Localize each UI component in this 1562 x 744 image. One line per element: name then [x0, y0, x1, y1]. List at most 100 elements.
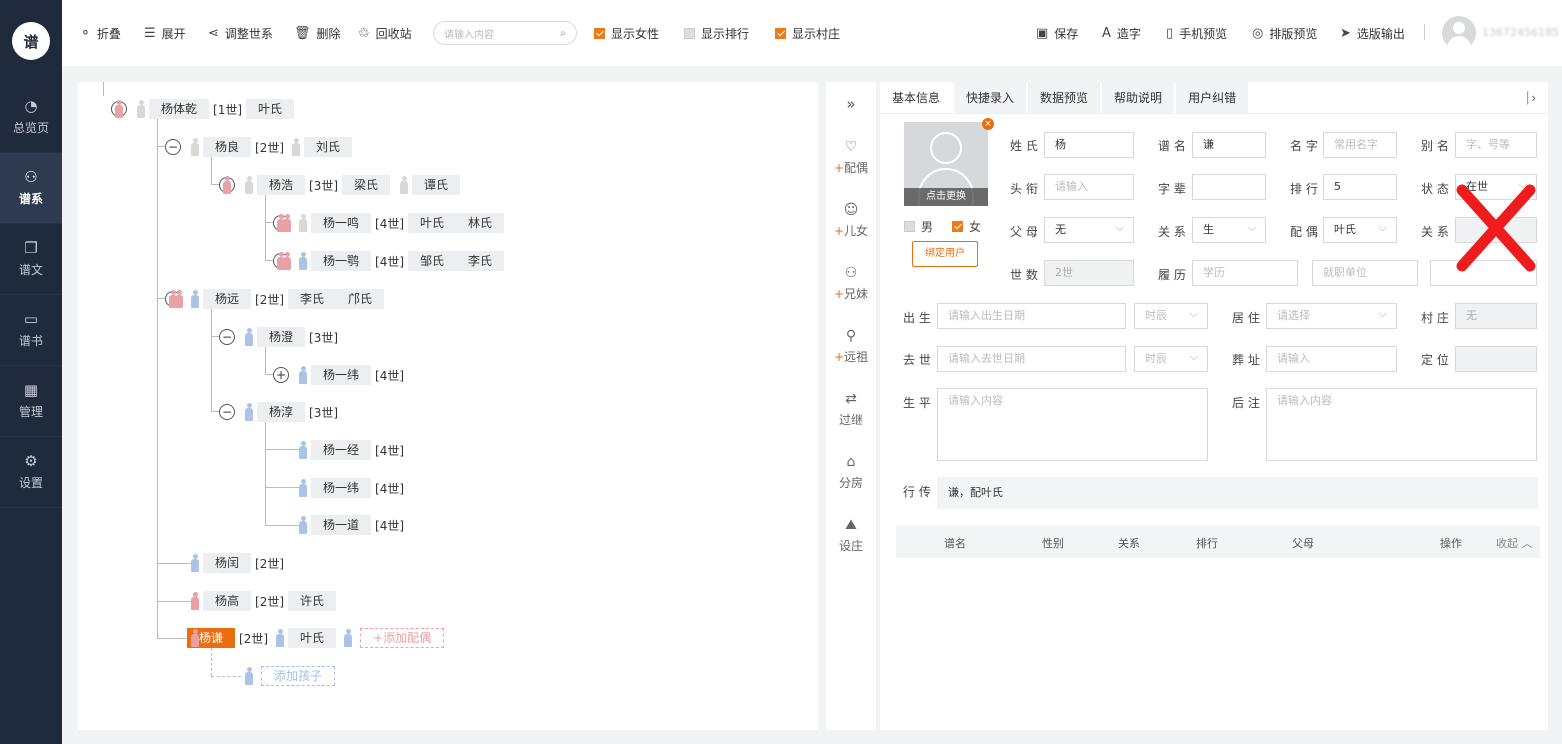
nav-settings[interactable]: ⚙ 设置: [0, 437, 62, 508]
xingzhuan-field[interactable]: 谦，配叶氏: [937, 477, 1538, 509]
collapse-icon[interactable]: −: [219, 329, 235, 345]
tree-node[interactable]: 杨闰 [2世]: [187, 553, 288, 573]
add-spouse-action[interactable]: ♡ +配偶: [826, 126, 876, 189]
village-action[interactable]: ⛰ 设庄: [826, 504, 876, 567]
person-name[interactable]: 杨远: [203, 289, 252, 309]
spouse-name[interactable]: 梁氏: [342, 175, 391, 195]
add-child-button[interactable]: 添加孩子: [261, 666, 336, 686]
tree-node[interactable]: − 杨远 [2世] 李氏 邝氏: [165, 289, 385, 309]
search-input[interactable]: 请输入内容 ⌕: [433, 21, 577, 45]
person-name[interactable]: 杨一经: [311, 440, 372, 460]
nav-manage[interactable]: ▦ 管理: [0, 366, 62, 437]
spouse-name[interactable]: 李氏: [456, 251, 505, 271]
spouse-select[interactable]: 叶氏: [1323, 217, 1397, 243]
portrait-photo[interactable]: 点击更换: [904, 122, 988, 206]
tree-node[interactable]: + 杨一纬 [4世]: [273, 365, 408, 385]
recycle-bin-button[interactable]: ♲ 回收站: [358, 25, 412, 42]
title-field[interactable]: 请输入: [1044, 174, 1134, 200]
add-ancestor-action[interactable]: ⚲ +远祖: [826, 315, 876, 378]
tree-node[interactable]: 杨一道 [4世]: [295, 515, 408, 535]
add-child-node[interactable]: 添加孩子: [241, 666, 336, 686]
tree-node[interactable]: 杨一经 [4世]: [295, 440, 408, 460]
given-name-field[interactable]: 常用名字: [1323, 132, 1397, 158]
tab-help[interactable]: 帮助说明: [1102, 82, 1175, 113]
tab-data-preview[interactable]: 数据预览: [1028, 82, 1101, 113]
double-chevron-right-icon[interactable]: »: [826, 82, 876, 126]
adjust-lineage-button[interactable]: ⋖ 调整世系: [208, 25, 273, 42]
nav-text[interactable]: ❐ 谱文: [0, 224, 62, 295]
tree-node[interactable]: − 杨淳 [3世]: [219, 402, 342, 422]
add-child-action[interactable]: ☺ +儿女: [826, 189, 876, 252]
person-name[interactable]: 杨一纬: [311, 365, 372, 385]
show-female-checkbox[interactable]: 显示女性: [594, 25, 659, 42]
person-name[interactable]: 杨一鹗: [311, 251, 372, 271]
expand-icon[interactable]: +: [273, 367, 289, 383]
mobile-preview-button[interactable]: ▯ 手机预览: [1166, 25, 1227, 42]
tree-node[interactable]: − 杨体乾 [1世] 叶氏: [111, 99, 295, 119]
spouse-name[interactable]: 邝氏: [336, 289, 385, 309]
spouse-name[interactable]: 叶氏: [246, 99, 295, 119]
birth-hour-select[interactable]: 时辰: [1134, 303, 1208, 329]
death-date-field[interactable]: 请输入去世日期: [937, 346, 1126, 372]
bind-user-button[interactable]: 绑定用户: [912, 241, 978, 267]
note-textarea[interactable]: 请输入内容: [1266, 388, 1537, 461]
tree-node-selected[interactable]: 杨谦 [2世] 叶氏 +添加配偶: [187, 628, 445, 648]
spouse-name[interactable]: 邹氏: [408, 251, 457, 271]
spouse-name[interactable]: 刘氏: [304, 137, 353, 157]
make-char-button[interactable]: A 造字: [1102, 25, 1141, 42]
spouse-name[interactable]: 谭氏: [412, 175, 461, 195]
tab-quick-entry[interactable]: 快捷录入: [954, 82, 1027, 113]
life-textarea[interactable]: 请输入内容: [937, 388, 1208, 461]
person-name[interactable]: 杨浩: [257, 175, 306, 195]
tab-basic-info[interactable]: 基本信息: [880, 82, 953, 113]
collapse-icon[interactable]: −: [219, 404, 235, 420]
tree-node[interactable]: + 杨一鹗 [4世] 邹氏 李氏: [273, 251, 505, 271]
change-photo-caption[interactable]: 点击更换: [904, 188, 988, 206]
alias-field[interactable]: 字、号等: [1455, 132, 1537, 158]
person-name[interactable]: 杨高: [203, 591, 252, 611]
rank-field[interactable]: 5: [1323, 174, 1397, 200]
person-name[interactable]: 杨体乾: [149, 99, 210, 119]
birth-date-field[interactable]: 请输入出生日期: [937, 303, 1126, 329]
user-avatar[interactable]: [1442, 16, 1476, 50]
remove-photo-icon[interactable]: ×: [982, 118, 994, 130]
surname-field[interactable]: 杨: [1044, 132, 1134, 158]
tree-node[interactable]: 杨高 [2世] 许氏: [187, 591, 337, 611]
sex-female-option[interactable]: 女: [952, 218, 981, 235]
nav-overview[interactable]: ◔ 总览页: [0, 82, 62, 153]
person-name[interactable]: 杨一道: [311, 515, 372, 535]
spouse-name[interactable]: 李氏: [288, 289, 337, 309]
layout-preview-button[interactable]: ◎ 排版预览: [1252, 25, 1317, 42]
user-phone[interactable]: 13672456185: [1482, 26, 1559, 39]
employer-field[interactable]: 就职单位: [1312, 260, 1418, 286]
person-name[interactable]: 杨一纬: [311, 478, 372, 498]
tree-node[interactable]: − 杨浩 [3世] 梁氏 谭氏: [219, 175, 461, 195]
add-spouse-button[interactable]: +添加配偶: [360, 628, 445, 648]
spouse-name[interactable]: 许氏: [288, 591, 337, 611]
show-village-checkbox[interactable]: 显示村庄: [775, 25, 840, 42]
nav-book[interactable]: ▭ 谱书: [0, 295, 62, 366]
delete-button[interactable]: 🗑 删除: [294, 25, 341, 42]
export-button[interactable]: ➤ 选版输出: [1340, 25, 1405, 42]
person-name[interactable]: 杨淳: [257, 402, 306, 422]
add-sibling-action[interactable]: ⚇ +兄妹: [826, 252, 876, 315]
person-name[interactable]: 杨一鸣: [311, 213, 372, 233]
tab-user-correction[interactable]: 用户纠错: [1176, 82, 1249, 113]
adoption-action[interactable]: ⇄ 过继: [826, 378, 876, 441]
person-name[interactable]: 杨闰: [203, 553, 252, 573]
branch-action[interactable]: ⌂ 分房: [826, 441, 876, 504]
sex-male-option[interactable]: 男: [904, 218, 933, 235]
death-hour-select[interactable]: 时辰: [1134, 346, 1208, 372]
fold-button[interactable]: ⚬ 折叠: [80, 25, 121, 42]
education-field[interactable]: 学历: [1192, 260, 1298, 286]
save-button[interactable]: ▣ 保存: [1036, 25, 1078, 42]
zibei-field[interactable]: [1192, 174, 1266, 200]
person-name[interactable]: 杨澄: [257, 327, 306, 347]
expand-button[interactable]: ☰ 展开: [144, 25, 186, 42]
tree-node[interactable]: 杨一纬 [4世]: [295, 478, 408, 498]
burial-field[interactable]: 请输入: [1266, 346, 1397, 372]
show-rank-checkbox[interactable]: 显示排行: [684, 25, 749, 42]
tree-node[interactable]: + 杨一鸣 [4世] 叶氏 林氏: [273, 213, 505, 233]
relation-select[interactable]: 生: [1192, 217, 1266, 243]
residence-select[interactable]: 请选择: [1266, 303, 1397, 329]
